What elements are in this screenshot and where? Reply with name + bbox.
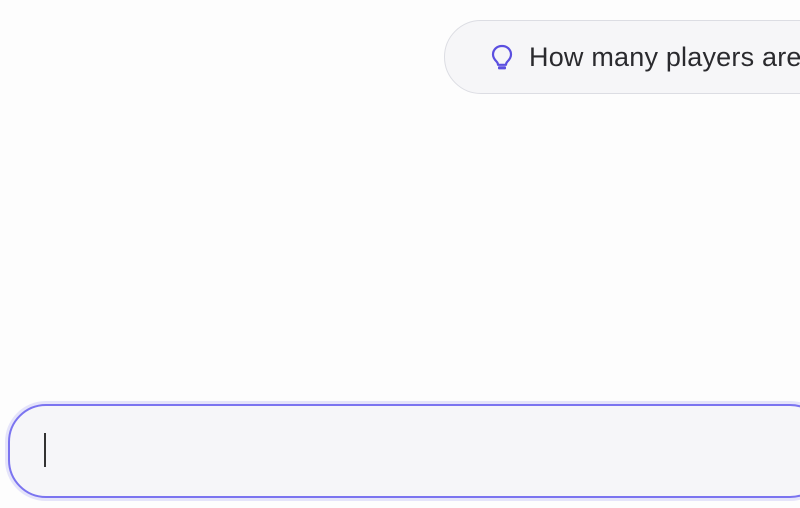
lightbulb-icon	[489, 43, 515, 71]
chat-input[interactable]	[44, 431, 744, 471]
suggestion-text: How many players are	[529, 41, 800, 72]
text-cursor	[44, 433, 46, 467]
chat-input-box[interactable]	[8, 404, 800, 498]
suggestion-chip[interactable]: How many players are	[444, 20, 800, 94]
chat-screen: How many players are	[0, 0, 800, 508]
